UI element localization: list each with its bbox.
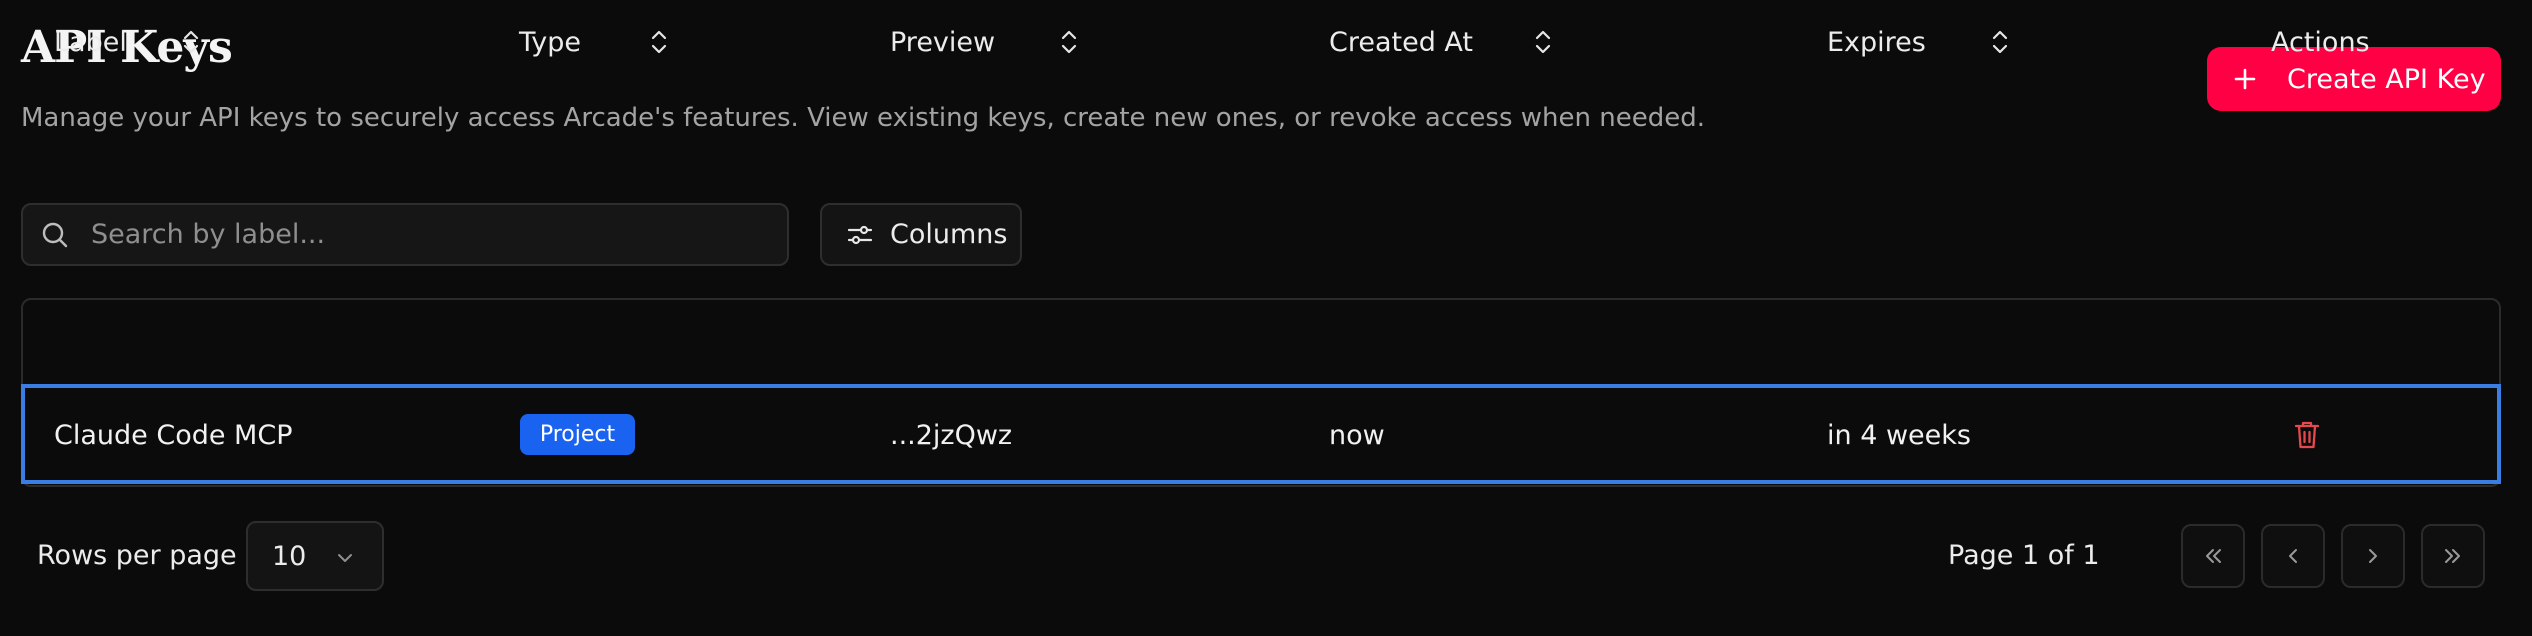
search-icon xyxy=(39,219,71,251)
type-badge: Project xyxy=(520,414,635,455)
cell-preview: ...2jzQwz xyxy=(890,419,1013,451)
column-header-created-at[interactable]: Created At xyxy=(1329,24,1555,60)
api-keys-page: API Keys Manage your API keys to securel… xyxy=(0,0,2532,636)
column-header-label-text: Label xyxy=(54,26,127,58)
search-field[interactable] xyxy=(21,203,789,266)
cell-label: Claude Code MCP xyxy=(54,419,293,451)
first-page-button[interactable] xyxy=(2181,524,2245,588)
rows-per-page-select[interactable]: 10 xyxy=(246,521,384,591)
chevron-right-icon xyxy=(2360,543,2386,569)
chevrons-right-icon xyxy=(2440,543,2466,569)
create-api-key-label: Create API Key xyxy=(2287,63,2486,95)
sort-icon xyxy=(1057,27,1081,57)
sort-icon xyxy=(647,27,671,57)
search-input[interactable] xyxy=(91,219,787,250)
sort-icon xyxy=(179,27,203,57)
column-header-label[interactable]: Label xyxy=(54,24,203,60)
columns-button[interactable]: Columns xyxy=(820,203,1022,266)
cell-expires: in 4 weeks xyxy=(1827,419,1971,451)
page-info: Page 1 of 1 xyxy=(1948,540,2100,571)
column-header-created-at-text: Created At xyxy=(1329,26,1474,58)
column-header-expires-text: Expires xyxy=(1827,26,1926,58)
cell-created-at: now xyxy=(1329,419,1385,451)
chevron-down-icon xyxy=(334,547,356,569)
trash-icon[interactable] xyxy=(2291,418,2323,452)
column-header-type-text: Type xyxy=(519,26,582,58)
columns-label: Columns xyxy=(890,219,1008,250)
chevron-left-icon xyxy=(2280,543,2306,569)
column-header-expires[interactable]: Expires xyxy=(1827,24,2012,60)
column-header-preview[interactable]: Preview xyxy=(890,24,1081,60)
previous-page-button[interactable] xyxy=(2261,524,2325,588)
page-subtitle: Manage your API keys to securely access … xyxy=(21,103,1705,133)
last-page-button[interactable] xyxy=(2421,524,2485,588)
column-header-actions-text: Actions xyxy=(2271,26,2370,58)
column-header-actions: Actions xyxy=(2271,24,2370,60)
next-page-button[interactable] xyxy=(2341,524,2405,588)
rows-per-page-label: Rows per page xyxy=(37,540,237,571)
sliders-icon xyxy=(846,221,874,249)
rows-per-page-value: 10 xyxy=(272,540,307,572)
table-row[interactable] xyxy=(21,384,2501,484)
chevrons-left-icon xyxy=(2200,543,2226,569)
column-header-type[interactable]: Type xyxy=(519,24,671,60)
sort-icon xyxy=(1531,27,1555,57)
column-header-preview-text: Preview xyxy=(890,26,996,58)
plus-icon xyxy=(2229,63,2261,95)
sort-icon xyxy=(1988,27,2012,57)
